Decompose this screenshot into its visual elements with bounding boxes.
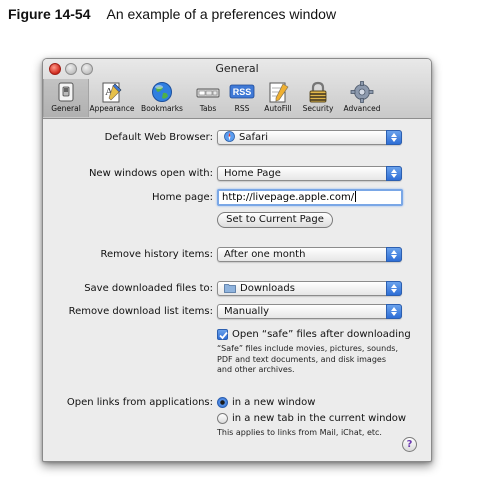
new-windows-value: Home Page [224, 168, 281, 179]
open-safe-files-label[interactable]: Open “safe” files after downloading [232, 329, 411, 340]
preferences-window: General General A Appearance Bookmarks T… [42, 58, 432, 462]
remove-history-label: Remove history items: [100, 249, 213, 260]
open-links-note: This applies to links from Mail, iChat, … [217, 428, 382, 437]
compass-icon [224, 131, 235, 142]
figure-caption: Figure 14-54 An example of a preferences … [8, 6, 336, 22]
folder-icon [224, 284, 236, 293]
window-title: General [215, 62, 259, 75]
toolbar-label: Advanced [343, 104, 381, 113]
tabs-icon [196, 88, 220, 98]
remove-download-list-popup[interactable]: Manually [217, 304, 402, 319]
radio-new-tab[interactable] [217, 413, 228, 424]
toolbar-general[interactable]: General [43, 79, 89, 117]
home-page-label: Home page: [151, 192, 213, 203]
toolbar-security[interactable]: Security [295, 79, 341, 117]
popup-arrows-icon [386, 304, 402, 319]
popup-arrows-icon [386, 130, 402, 145]
safe-files-note-line: and other archives. [217, 365, 295, 374]
toolbar-bookmarks[interactable]: Bookmarks [139, 79, 185, 117]
popup-arrows-icon [386, 247, 402, 262]
default-browser-value: Safari [239, 132, 269, 143]
remove-history-popup[interactable]: After one month [217, 247, 402, 262]
autofill-icon [269, 82, 289, 103]
default-browser-label: Default Web Browser: [104, 132, 213, 143]
home-page-field[interactable]: http://livepage.apple.com/ [217, 189, 403, 206]
toolbar-label: General [51, 104, 81, 113]
lock-icon [309, 81, 327, 103]
remove-download-list-label: Remove download list items: [68, 306, 213, 317]
radio-new-window-label[interactable]: in a new window [232, 397, 315, 408]
toolbar-label: Appearance [89, 104, 135, 113]
appearance-icon: A [102, 82, 122, 103]
window-toolbar: General General A Appearance Bookmarks T… [43, 59, 431, 119]
help-button[interactable]: ? [402, 437, 417, 452]
set-to-current-page-button[interactable]: Set to Current Page [217, 212, 333, 228]
toolbar-appearance[interactable]: A Appearance [89, 79, 135, 117]
radio-new-tab-label[interactable]: in a new tab in the current window [232, 413, 406, 424]
new-windows-popup[interactable]: Home Page [217, 166, 402, 181]
popup-arrows-icon [386, 166, 402, 181]
switch-icon [58, 82, 74, 102]
save-downloads-value: Downloads [240, 283, 295, 294]
globe-icon [152, 82, 172, 102]
text-caret [355, 191, 357, 202]
save-downloads-popup[interactable]: Downloads [217, 281, 402, 296]
toolbar-label: Security [302, 104, 334, 113]
open-safe-files-checkbox[interactable] [217, 329, 228, 340]
safe-files-note-line: PDF and text documents, and disk images [217, 354, 386, 364]
remove-history-value: After one month [224, 249, 306, 260]
safe-files-note: “Safe” files include movies, pictures, s… [217, 344, 398, 376]
rss-icon: RSS [229, 84, 255, 99]
toolbar-advanced[interactable]: Advanced [339, 79, 385, 117]
figure-caption-text: An example of a preferences window [106, 6, 337, 22]
new-windows-label: New windows open with: [88, 168, 213, 179]
safe-files-note-line: “Safe” files include movies, pictures, s… [217, 344, 398, 353]
home-page-value: http://livepage.apple.com/ [222, 192, 355, 203]
checkmark-icon [219, 331, 228, 340]
gear-icon [350, 81, 374, 103]
radio-new-window[interactable] [217, 397, 228, 408]
popup-arrows-icon [386, 281, 402, 296]
save-downloads-label: Save downloaded files to: [84, 283, 213, 294]
toolbar-label: Bookmarks [141, 104, 183, 113]
rss-badge-text: RSS [233, 87, 252, 97]
default-browser-popup[interactable]: Safari [217, 130, 402, 145]
remove-download-list-value: Manually [224, 306, 270, 317]
open-links-label: Open links from applications: [66, 397, 213, 408]
figure-number: Figure 14-54 [8, 6, 91, 22]
